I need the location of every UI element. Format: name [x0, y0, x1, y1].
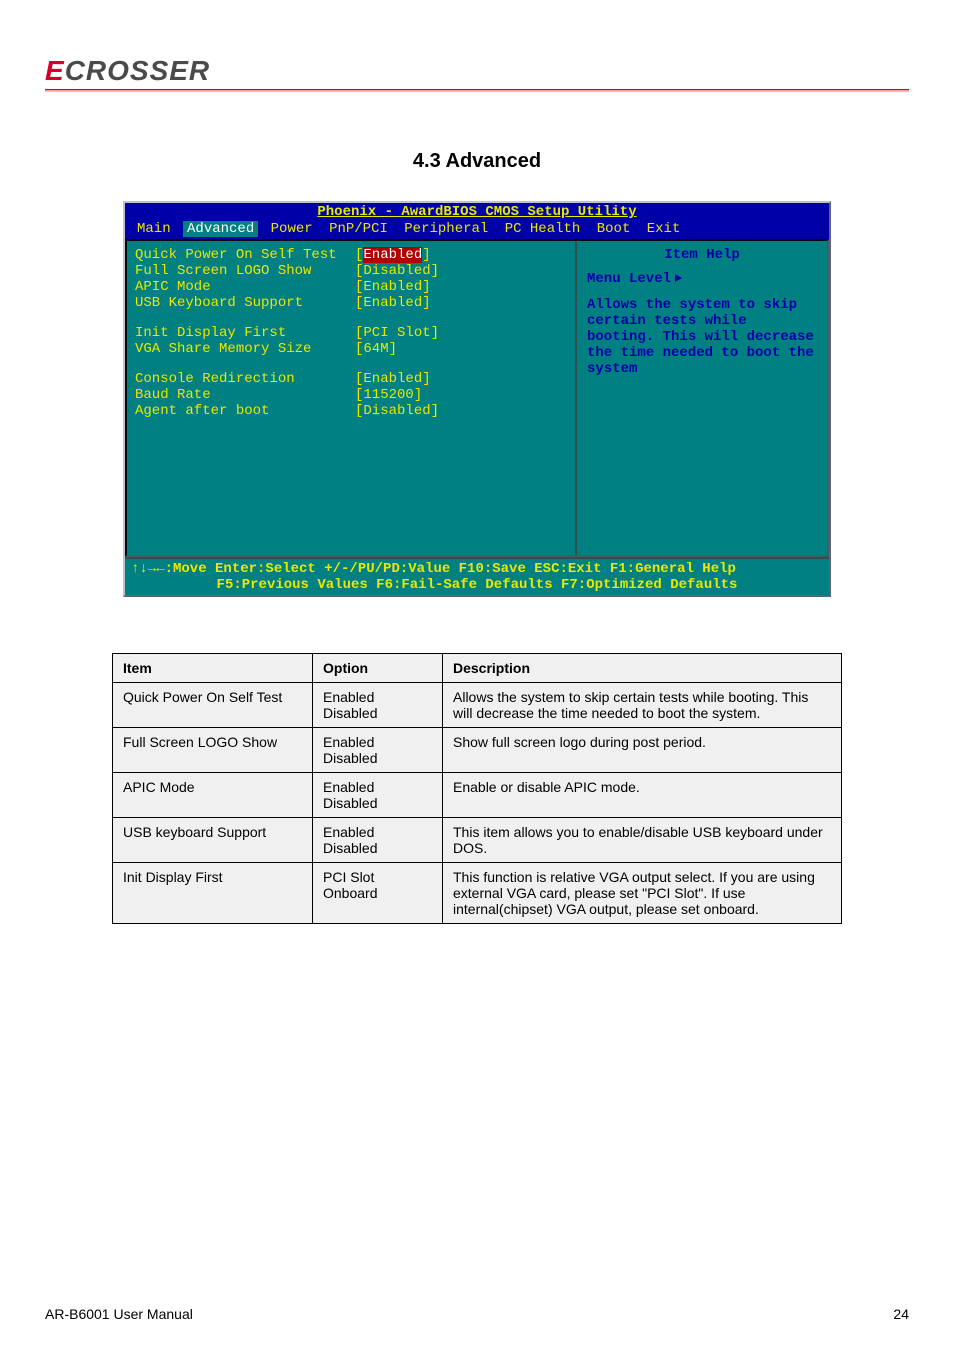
bios-title: Phoenix - AwardBIOS CMOS Setup Utility	[125, 203, 829, 221]
bios-foot-line2: F5:Previous Values F6:Fail-Safe Defaults…	[131, 577, 823, 593]
bios-options-pane: Quick Power On Self Test [Enabled] Full …	[127, 241, 577, 555]
section-heading: 4.3 Advanced	[45, 150, 909, 173]
opt-usbkb[interactable]: USB Keyboard Support [Enabled]	[135, 295, 567, 311]
footer-page-number: 24	[893, 1306, 909, 1322]
menu-boot[interactable]: Boot	[593, 221, 635, 237]
footer-doc-title: AR-B6001 User Manual	[45, 1306, 193, 1322]
logo: ECROSSER	[45, 55, 909, 92]
table-row: Full Screen LOGO Show EnabledDisabled Sh…	[113, 728, 842, 773]
menu-peripheral[interactable]: Peripheral	[400, 221, 492, 237]
opt-baud[interactable]: Baud Rate [115200]	[135, 387, 567, 403]
opt-agent-after-boot[interactable]: Agent after boot [Disabled]	[135, 403, 567, 419]
menu-pnppci[interactable]: PnP/PCI	[325, 221, 392, 237]
logo-rest: CROSSER	[65, 55, 210, 86]
td-option: EnabledDisabled	[313, 683, 443, 728]
menu-level-label: Menu Level	[587, 271, 671, 287]
right-arrow-icon	[675, 274, 682, 282]
table-row: Quick Power On Self Test EnabledDisabled…	[113, 683, 842, 728]
help-title: Item Help	[587, 247, 817, 263]
menu-exit[interactable]: Exit	[643, 221, 685, 237]
table-row: USB keyboard Support EnabledDisabled Thi…	[113, 818, 842, 863]
menu-power[interactable]: Power	[267, 221, 317, 237]
th-option: Option	[313, 654, 443, 683]
logo-letter-a: E	[45, 55, 65, 86]
opt-init-display[interactable]: Init Display First [PCI Slot]	[135, 325, 567, 341]
th-desc: Description	[443, 654, 842, 683]
table-row: APIC Mode EnabledDisabled Enable or disa…	[113, 773, 842, 818]
opt-full-logo[interactable]: Full Screen LOGO Show [Disabled]	[135, 263, 567, 279]
bios-menu-bar: Main Advanced Power PnP/PCI Peripheral P…	[125, 221, 829, 239]
options-table: Item Option Description Quick Power On S…	[112, 653, 842, 924]
opt-apic[interactable]: APIC Mode [Enabled]	[135, 279, 567, 295]
opt-vga-mem[interactable]: VGA Share Memory Size [64M]	[135, 341, 567, 357]
help-text: Allows the system to skip certain tests …	[587, 297, 817, 377]
bios-footer-hints: ↑↓→←:Move Enter:Select +/-/PU/PD:Value F…	[125, 557, 829, 595]
menu-advanced[interactable]: Advanced	[183, 221, 258, 237]
menu-main[interactable]: Main	[133, 221, 175, 237]
bios-help-pane: Item Help Menu Level Allows the system t…	[577, 241, 827, 555]
bios-screenshot: Phoenix - AwardBIOS CMOS Setup Utility M…	[123, 201, 831, 597]
bios-foot-line1: ↑↓→←:Move Enter:Select +/-/PU/PD:Value F…	[131, 561, 823, 577]
opt-console-redir[interactable]: Console Redirection [Enabled]	[135, 371, 567, 387]
page-footer: AR-B6001 User Manual 24	[45, 1306, 909, 1322]
opt-quick-post[interactable]: Quick Power On Self Test [Enabled]	[135, 247, 567, 263]
menu-pchealth[interactable]: PC Health	[501, 221, 585, 237]
table-row: Init Display First PCI SlotOnboard This …	[113, 863, 842, 924]
th-item: Item	[113, 654, 313, 683]
logo-underline	[45, 89, 909, 92]
